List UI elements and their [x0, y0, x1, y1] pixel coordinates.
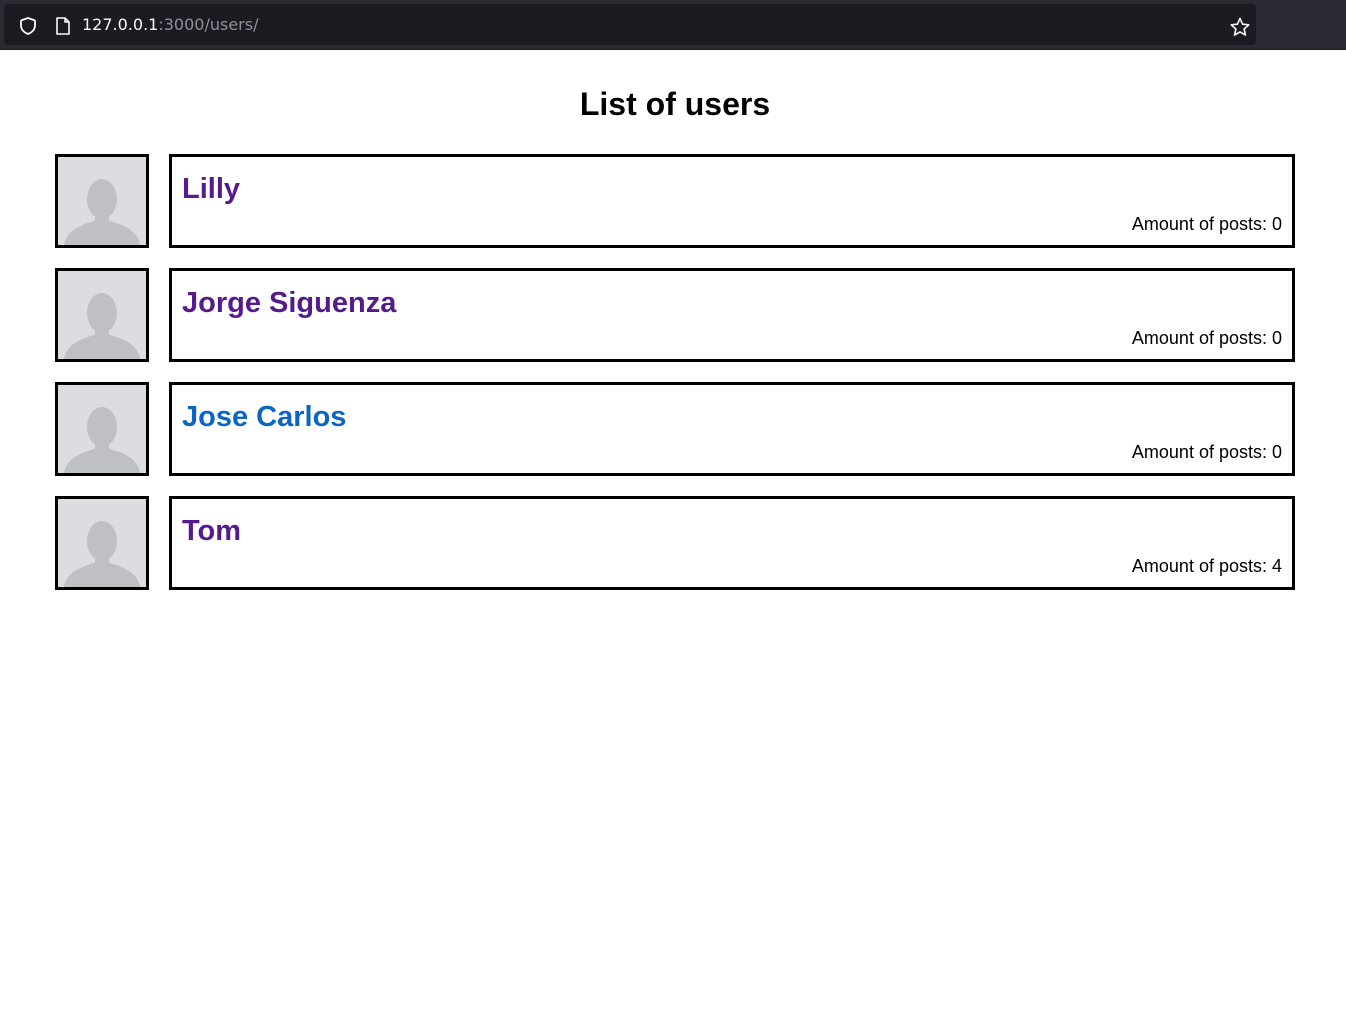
post-count: Amount of posts: 0	[1131, 328, 1282, 348]
bookmark-star-icon[interactable]	[1229, 16, 1251, 38]
default-avatar-icon	[58, 499, 146, 587]
avatar	[55, 382, 149, 476]
user-name-link[interactable]: Jorge Siguenza	[182, 285, 396, 321]
user-card: Jorge Siguenza Amount of posts: 0	[169, 268, 1295, 362]
user-row: Jose Carlos Amount of posts: 0	[55, 382, 1295, 476]
user-card: Jose Carlos Amount of posts: 0	[169, 382, 1295, 476]
default-avatar-icon	[58, 157, 146, 245]
user-row: Lilly Amount of posts: 0	[55, 154, 1295, 248]
user-row: Jorge Siguenza Amount of posts: 0	[55, 268, 1295, 362]
post-count: Amount of posts: 4	[1131, 556, 1282, 576]
post-count: Amount of posts: 0	[1131, 214, 1282, 234]
url-host: 127.0.0.1	[82, 15, 159, 34]
user-name-link[interactable]: Lilly	[182, 171, 240, 207]
default-avatar-icon	[58, 271, 146, 359]
avatar	[55, 268, 149, 362]
user-row: Tom Amount of posts: 4	[55, 496, 1295, 590]
user-card: Tom Amount of posts: 4	[169, 496, 1295, 590]
url-bar[interactable]: 127.0.0.1:3000/users/	[4, 4, 1256, 45]
page-icon	[56, 17, 70, 35]
shield-icon[interactable]	[18, 16, 38, 36]
avatar	[55, 496, 149, 590]
page-title: List of users	[579, 86, 771, 122]
user-name-link[interactable]: Tom	[182, 513, 241, 549]
avatar	[55, 154, 149, 248]
url-path: :3000/users/	[158, 15, 259, 34]
post-count: Amount of posts: 0	[1131, 442, 1282, 462]
page-content: List of users Lilly Amount of posts: 0 J…	[0, 50, 1346, 1022]
url-text[interactable]: 127.0.0.1:3000/users/	[82, 15, 258, 35]
default-avatar-icon	[58, 385, 146, 473]
user-name-link[interactable]: Jose Carlos	[182, 399, 346, 435]
user-card: Lilly Amount of posts: 0	[169, 154, 1295, 248]
browser-toolbar: 127.0.0.1:3000/users/	[0, 0, 1346, 50]
user-list: Lilly Amount of posts: 0 Jorge Siguenza …	[55, 154, 1295, 610]
